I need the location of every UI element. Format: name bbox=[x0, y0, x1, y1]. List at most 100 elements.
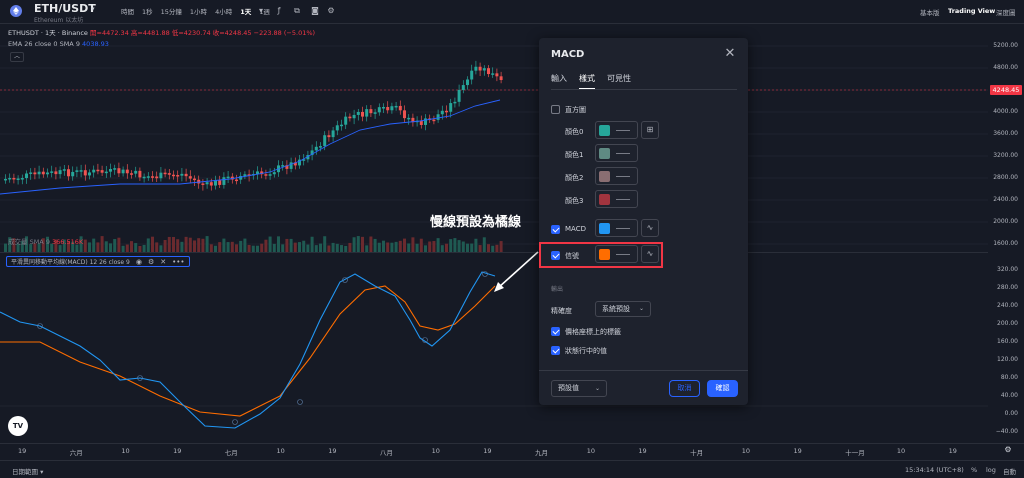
timeframe-1s[interactable]: 1秒 bbox=[138, 7, 157, 17]
tab-visibility[interactable]: 可見性 bbox=[607, 73, 631, 90]
symbol-dropdown-icon[interactable]: ▾ bbox=[91, 5, 95, 13]
macd-checkbox[interactable] bbox=[551, 225, 560, 234]
price-chart[interactable] bbox=[0, 24, 988, 443]
candle-body bbox=[394, 105, 398, 108]
auto-toggle[interactable]: 自動 bbox=[1003, 466, 1016, 476]
volume-bar bbox=[117, 237, 121, 252]
volume-bar bbox=[247, 244, 251, 252]
collapse-legend-button[interactable]: ︿ bbox=[10, 52, 24, 62]
time-axis-label: 九月 bbox=[535, 449, 548, 457]
macd-color-button[interactable] bbox=[595, 219, 638, 237]
volume-bar bbox=[474, 238, 478, 252]
volume-bar bbox=[193, 240, 196, 252]
line-type-icon[interactable]: ∿ bbox=[641, 219, 659, 237]
status-line-checkbox[interactable] bbox=[551, 346, 560, 355]
layout-icon[interactable]: ⧉ bbox=[292, 6, 302, 16]
ok-button[interactable]: 確認 bbox=[707, 380, 738, 397]
time-axis[interactable]: 19 六月 10 19 七月 10 19 八月 10 19 九月 10 19 十月 10 19 十一月 10 19 bbox=[0, 443, 1024, 457]
timeframe-1h[interactable]: 1小時 bbox=[186, 7, 211, 17]
camera-icon[interactable]: ◙ bbox=[310, 6, 320, 16]
eye-icon[interactable]: ◉ bbox=[136, 258, 142, 266]
macd-legend[interactable]: 平滑異同移動平均線(MACD) 12 26 close 9 ◉ ⚙ ✕ ••• bbox=[6, 256, 190, 267]
volume-bar bbox=[130, 241, 133, 252]
ema-legend[interactable]: EMA 26 close 0 SMA 9 4038.93 bbox=[8, 40, 109, 48]
zoom-icon[interactable]: ⚙ bbox=[1003, 445, 1013, 455]
volume-bar bbox=[461, 241, 465, 252]
color0-swatch-button[interactable] bbox=[595, 121, 638, 139]
tradingview-logo[interactable]: TV bbox=[8, 416, 28, 436]
bottom-bar: 日期範圍 ▾ 15:34:14 (UTC+8) % log 自動 bbox=[0, 460, 1024, 478]
tab-style[interactable]: 樣式 bbox=[579, 73, 595, 90]
chevron-down-icon: ▾ bbox=[40, 468, 44, 476]
close-icon[interactable]: ✕ bbox=[723, 46, 737, 61]
time-axis-label: 19 bbox=[793, 447, 802, 455]
defaults-select[interactable]: 預設值 ⌄ bbox=[551, 380, 607, 397]
macd-axis-label: −40.00 bbox=[995, 428, 1018, 435]
time-axis-label: 10 bbox=[431, 447, 440, 455]
price-axis-label: 4800.00 bbox=[993, 64, 1018, 71]
price-label-checkbox[interactable] bbox=[551, 327, 560, 336]
price-axis-label: 3200.00 bbox=[993, 152, 1018, 159]
percent-toggle[interactable]: % bbox=[971, 466, 977, 474]
volume-bar bbox=[310, 236, 314, 252]
candle-body bbox=[445, 110, 448, 113]
price-axis-label: 1600.00 bbox=[993, 240, 1018, 247]
chevron-down-icon[interactable]: ▾ bbox=[256, 6, 266, 16]
dialog-title: MACD bbox=[551, 49, 585, 60]
settings-icon[interactable]: ⚙ bbox=[326, 6, 336, 16]
color2-label: 顏色2 bbox=[565, 174, 584, 182]
basic-view-link[interactable]: 基本版 bbox=[920, 7, 940, 17]
cancel-button[interactable]: 取消 bbox=[669, 380, 700, 397]
time-axis-label: 十月 bbox=[690, 449, 704, 457]
volume-bar bbox=[289, 238, 293, 252]
settings-icon[interactable]: ⚙ bbox=[148, 258, 154, 266]
precision-select[interactable]: 系統預設 ⌄ bbox=[595, 301, 651, 317]
volume-bar bbox=[293, 242, 297, 252]
timeframe-15m[interactable]: 15分鐘 bbox=[157, 7, 186, 17]
volume-bar bbox=[109, 243, 112, 252]
line-style-icon bbox=[616, 130, 630, 131]
status-line-text: 狀態行中的值 bbox=[565, 347, 607, 355]
candle-body bbox=[151, 176, 154, 178]
volume-bar bbox=[209, 244, 213, 252]
timeframe-1d[interactable]: 1天 bbox=[236, 7, 255, 17]
candle-body bbox=[205, 182, 209, 185]
color3-label: 顏色3 bbox=[565, 197, 584, 205]
candle-body bbox=[20, 178, 24, 180]
more-icon[interactable]: ••• bbox=[172, 258, 184, 266]
volume-bar bbox=[424, 245, 427, 252]
date-range-button[interactable]: 日期範圍 ▾ bbox=[12, 466, 43, 476]
tab-inputs[interactable]: 輸入 bbox=[551, 73, 567, 90]
time-axis-label: 10 bbox=[896, 447, 906, 455]
candle-body bbox=[37, 171, 41, 175]
candle-body bbox=[62, 169, 66, 171]
depth-chart-link[interactable]: 深度圖 bbox=[996, 7, 1016, 17]
timeframe-time[interactable]: 時間 bbox=[117, 7, 138, 17]
timeframe-4h[interactable]: 4小時 bbox=[211, 7, 236, 17]
annotation-arrow-icon bbox=[494, 251, 539, 292]
color2-swatch-button[interactable] bbox=[595, 167, 638, 185]
close-icon[interactable]: ✕ bbox=[160, 258, 166, 266]
clock[interactable]: 15:34:14 (UTC+8) bbox=[905, 466, 964, 474]
macd-axis-label: 280.00 bbox=[997, 284, 1018, 291]
color1-swatch bbox=[599, 148, 610, 159]
log-toggle[interactable]: log bbox=[986, 466, 996, 474]
volume-bar bbox=[478, 245, 482, 252]
volume-bar bbox=[428, 241, 432, 252]
candle-body bbox=[104, 171, 108, 174]
candle-body bbox=[474, 66, 478, 71]
color1-swatch-button[interactable] bbox=[595, 144, 638, 162]
histogram-checkbox[interactable] bbox=[551, 105, 560, 114]
volume-bar bbox=[419, 238, 423, 252]
tabs-divider bbox=[551, 89, 737, 90]
color3-swatch-button[interactable] bbox=[595, 190, 638, 208]
tradingview-link[interactable]: Trading View bbox=[948, 7, 995, 15]
date-range-label: 日期範圍 bbox=[12, 468, 38, 476]
color2-swatch bbox=[599, 171, 610, 182]
volume-bar bbox=[142, 244, 146, 252]
candle-body bbox=[478, 66, 482, 71]
volume-bar bbox=[264, 239, 268, 252]
symbol-name[interactable]: ETH/USDT bbox=[34, 2, 96, 15]
price-line-icon[interactable]: ⊞ bbox=[641, 121, 659, 139]
indicators-icon[interactable]: ƒ bbox=[274, 6, 284, 16]
